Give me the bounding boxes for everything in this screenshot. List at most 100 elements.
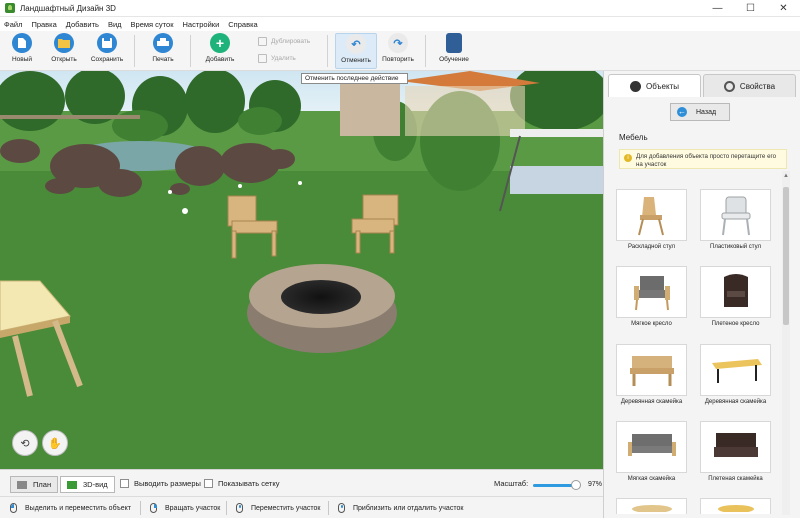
back-label: Назад bbox=[696, 108, 717, 116]
toolbar-separator bbox=[327, 35, 328, 67]
panel-tabs: Объекты Свойства bbox=[608, 74, 798, 98]
folding-chair-icon bbox=[616, 189, 687, 241]
maximize-button[interactable]: ☐ bbox=[734, 0, 767, 17]
panel-scrollbar[interactable]: ▲ bbox=[782, 171, 790, 515]
toolbar-separator bbox=[190, 35, 191, 67]
3d-view-button[interactable]: 3D-вид bbox=[60, 476, 115, 493]
menu-time-of-day[interactable]: Время суток bbox=[131, 20, 174, 29]
undo-button[interactable]: ↶ Отменить bbox=[335, 33, 377, 69]
status-zoom-label: Приблизить или отдалить участок bbox=[353, 504, 464, 512]
tab-objects-label: Объекты bbox=[646, 81, 679, 91]
delete-label: Удалить bbox=[271, 55, 296, 62]
show-grid-checkbox[interactable]: Показывать сетку bbox=[204, 479, 279, 488]
object-label: Деревянная скамейка bbox=[620, 399, 683, 405]
tab-objects[interactable]: Объекты bbox=[608, 74, 701, 97]
menu-file[interactable]: Файл bbox=[4, 20, 22, 29]
objects-icon bbox=[630, 80, 641, 92]
scale-value: 97% bbox=[588, 481, 603, 488]
duplicate-icon bbox=[258, 37, 267, 46]
status-move-area: Переместить участок bbox=[236, 503, 320, 513]
delete-button[interactable]: Удалить bbox=[258, 54, 296, 63]
toolbar: Новый Открыть Сохранить Печать + Добавит… bbox=[0, 31, 800, 71]
mouse-right-icon bbox=[150, 503, 157, 513]
back-arrow-icon: ← bbox=[677, 107, 687, 117]
print-button[interactable]: Печать bbox=[142, 33, 184, 69]
view-controls-bar: План 3D-вид Выводить размеры Показывать … bbox=[0, 469, 603, 496]
save-button[interactable]: Сохранить bbox=[86, 33, 128, 69]
object-folding-chair[interactable]: Раскладной стул bbox=[616, 189, 690, 250]
object-wooden-bench[interactable]: Деревянная скамейка bbox=[616, 344, 690, 405]
window-title: Ландшафтный Дизайн 3D bbox=[20, 3, 116, 13]
menu-view[interactable]: Вид bbox=[108, 20, 122, 29]
floppy-disk-icon bbox=[97, 33, 117, 53]
trash-icon bbox=[258, 54, 267, 63]
mouse-left-icon bbox=[10, 503, 17, 513]
objects-panel: Объекты Свойства ← Назад Мебель i Для до… bbox=[603, 71, 800, 518]
folder-icon bbox=[54, 33, 74, 53]
3d-view-label: 3D-вид bbox=[83, 480, 108, 489]
scrollbar-thumb[interactable] bbox=[783, 187, 789, 325]
pan-view-button[interactable]: ✋ bbox=[42, 430, 68, 456]
object-soft-bench[interactable]: Мягкая скамейка bbox=[616, 421, 690, 482]
status-separator bbox=[140, 501, 141, 515]
object-wicker-bench[interactable]: Плетеная скамейка bbox=[700, 421, 774, 482]
status-select-move: Выделить и переместить объект bbox=[10, 503, 131, 513]
redo-button[interactable]: ↷ Повторить bbox=[377, 33, 419, 69]
info-icon: i bbox=[624, 154, 632, 162]
add-label: Добавить bbox=[205, 56, 235, 63]
add-button[interactable]: + Добавить bbox=[199, 33, 241, 69]
open-label: Открыть bbox=[51, 56, 77, 63]
plastic-chair-icon bbox=[700, 189, 771, 241]
status-zoom: Приблизить или отдалить участок bbox=[338, 503, 463, 513]
plan-view-button[interactable]: План bbox=[10, 476, 59, 493]
object-partial-1[interactable] bbox=[616, 498, 690, 514]
app-logo-icon bbox=[5, 3, 15, 13]
checkbox-icon bbox=[204, 479, 213, 488]
tutorial-label: Обучение bbox=[439, 56, 469, 63]
scale-slider-handle[interactable] bbox=[571, 480, 581, 490]
scroll-up-icon[interactable]: ▲ bbox=[782, 171, 790, 181]
scale-label: Масштаб: bbox=[494, 479, 529, 488]
hand-icon: ✋ bbox=[48, 437, 62, 450]
wooden-bench-metal-icon bbox=[700, 344, 771, 396]
mouse-wheel-icon bbox=[236, 503, 243, 513]
menu-add[interactable]: Добавить bbox=[66, 20, 99, 29]
print-label: Печать bbox=[152, 56, 174, 63]
mouse-scroll-icon bbox=[338, 503, 345, 513]
back-button[interactable]: ← Назад bbox=[670, 103, 730, 121]
open-button[interactable]: Открыть bbox=[43, 33, 85, 69]
garden-scene bbox=[0, 71, 603, 469]
status-select-label: Выделить и переместить объект bbox=[25, 504, 131, 512]
object-wicker-armchair[interactable]: Плетеное кресло bbox=[700, 266, 774, 327]
hint-box: i Для добавления объекта просто перетащи… bbox=[619, 149, 787, 169]
object-soft-armchair[interactable]: Мягкое кресло bbox=[616, 266, 690, 327]
show-sizes-checkbox[interactable]: Выводить размеры bbox=[120, 479, 201, 488]
object-label: Мягкое кресло bbox=[631, 321, 672, 327]
plan-label: План bbox=[33, 480, 52, 489]
menu-settings[interactable]: Настройки bbox=[182, 20, 219, 29]
tab-properties[interactable]: Свойства bbox=[703, 74, 796, 97]
new-button[interactable]: Новый bbox=[1, 33, 43, 69]
show-grid-label: Показывать сетку bbox=[218, 479, 280, 488]
object-partial-2[interactable] bbox=[700, 498, 774, 514]
undo-tooltip: Отменить последнее действие bbox=[301, 73, 408, 84]
table-icon bbox=[616, 498, 687, 514]
object-wooden-bench-2[interactable]: Деревянная скамейка bbox=[700, 344, 774, 405]
duplicate-label: Дублировать bbox=[271, 38, 311, 45]
show-sizes-label: Выводить размеры bbox=[134, 479, 201, 488]
wooden-bench-icon bbox=[616, 344, 687, 396]
tab-properties-label: Свойства bbox=[739, 81, 776, 91]
tutorial-button[interactable]: Обучение bbox=[433, 33, 475, 69]
rotate-view-button[interactable]: ⟲ bbox=[12, 430, 38, 456]
wicker-bench-icon bbox=[700, 421, 771, 473]
object-label: Пластиковый стул bbox=[710, 244, 761, 250]
window-controls: — ☐ ✕ bbox=[701, 0, 800, 17]
minimize-button[interactable]: — bbox=[701, 0, 734, 17]
close-button[interactable]: ✕ bbox=[767, 0, 800, 17]
menu-help[interactable]: Справка bbox=[228, 20, 257, 29]
menu-edit[interactable]: Правка bbox=[31, 20, 56, 29]
3d-viewport[interactable]: ⟲ ✋ bbox=[0, 71, 603, 469]
save-label: Сохранить bbox=[90, 56, 124, 63]
object-plastic-chair[interactable]: Пластиковый стул bbox=[700, 189, 774, 250]
duplicate-button[interactable]: Дублировать bbox=[258, 37, 310, 46]
